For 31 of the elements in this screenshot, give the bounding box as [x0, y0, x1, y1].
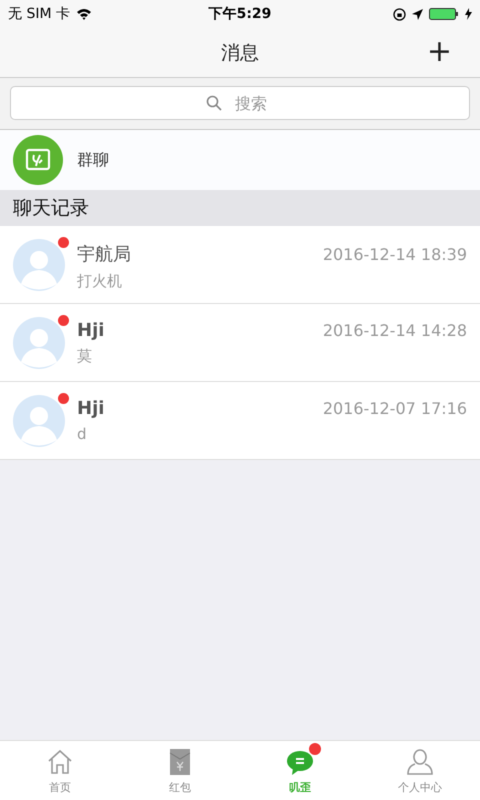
- message-time: 2016-12-14 14:28: [322, 321, 467, 340]
- tab-item[interactable]: 红包: [120, 741, 240, 800]
- location-arrow-icon: [412, 8, 423, 20]
- message-time: 2016-12-07 17:16: [322, 399, 467, 418]
- message-time: 2016-12-14 18:39: [322, 244, 467, 264]
- avatar-icon: [13, 316, 65, 368]
- group-chat-icon: [13, 135, 63, 185]
- group-chat-item[interactable]: 群聊: [0, 130, 480, 190]
- chat-item[interactable]: Hji 2016-12-14 14:28 莫: [0, 304, 480, 382]
- wifi-icon: [76, 8, 92, 20]
- chat-item[interactable]: 宇航局 2016-12-14 18:39 打火机: [0, 226, 480, 304]
- message-preview: d: [77, 425, 88, 443]
- message-preview: 打火机: [77, 272, 123, 291]
- contact-name: Hji: [77, 398, 104, 419]
- message-preview: 莫: [77, 347, 93, 366]
- carrier-text: 无 SIM 卡: [8, 5, 70, 23]
- add-button[interactable]: +: [426, 36, 452, 68]
- search-field[interactable]: 搜索: [10, 86, 470, 120]
- contact-name: Hji: [77, 320, 104, 341]
- screen-title: 消息: [221, 40, 259, 66]
- avatar-icon: [13, 394, 65, 446]
- tab-item[interactable]: 首页: [0, 741, 120, 800]
- tab-item[interactable]: 个人中心: [360, 741, 480, 800]
- contact-name: 宇航局: [77, 243, 131, 266]
- battery-icon: [428, 8, 459, 20]
- person-icon: [405, 746, 435, 776]
- avatar-icon: [13, 238, 65, 290]
- rotation-lock-icon: [392, 8, 406, 20]
- section-header: 聊天记录: [0, 190, 480, 226]
- clock-text: 下午5:29: [208, 5, 272, 23]
- chat-item[interactable]: Hji 2016-12-07 17:16 d: [0, 382, 480, 460]
